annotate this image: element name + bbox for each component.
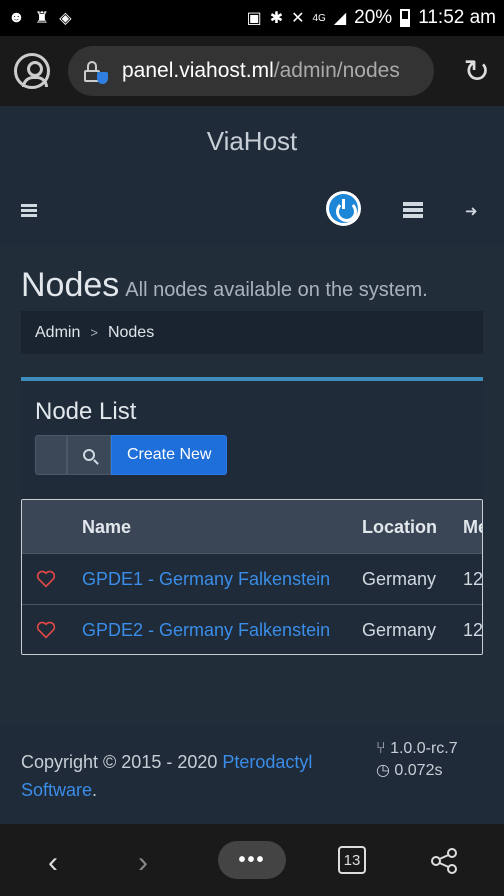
reload-icon[interactable]: ↻ (463, 52, 490, 90)
node-name-link[interactable]: GPDE2 - Germany Falkenstein (82, 620, 330, 641)
copyright: Copyright © 2015 - 2020 Pterodactyl Soft… (21, 748, 351, 804)
table-header: Name Location Memory (22, 500, 482, 553)
lock-icon[interactable] (84, 60, 108, 84)
column-location[interactable]: Location (362, 517, 437, 538)
node-location: Germany (362, 620, 437, 640)
footer: Copyright © 2015 - 2020 Pterodactyl Soft… (0, 724, 504, 824)
page-header: Nodes All nodes available on the system. (21, 266, 491, 305)
brand-logo[interactable]: ViaHost (207, 126, 298, 157)
node-name-link[interactable]: GPDE1 - Germany Falkenstein (82, 569, 330, 590)
wifi-icon: ◈ (59, 10, 72, 27)
browser-menu-button[interactable]: ••• (218, 841, 286, 879)
breadcrumb-admin[interactable]: Admin (35, 324, 80, 342)
breadcrumb-nodes: Nodes (107, 323, 155, 341)
search-input[interactable] (35, 435, 67, 475)
column-memory[interactable]: Memory (463, 517, 482, 538)
sign-out-icon[interactable]: ➜ (465, 202, 478, 220)
bluetooth-icon: ✱ (269, 10, 284, 27)
search-group: Create New (35, 435, 228, 475)
person-icon: ♜ (34, 10, 50, 27)
share-icon[interactable] (430, 848, 458, 874)
page-title: Nodes (21, 266, 120, 304)
version-number: 1.0.0-rc.7 (390, 740, 458, 757)
status-bar: ☻ ♜ ◈ ▣ ✱ ✕ 4G ◢ 20% 11:52 am (0, 0, 504, 36)
tabs-button[interactable]: 13 (338, 846, 366, 874)
create-new-button[interactable]: Create New (111, 435, 228, 475)
node-list-panel: Node List Create New Name Location Memor… (21, 377, 483, 655)
top-navbar (0, 176, 504, 246)
heart-icon (36, 570, 56, 588)
url-host: panel.viahost.ml (122, 59, 274, 82)
account-icon[interactable] (14, 53, 50, 89)
search-button[interactable] (67, 435, 111, 475)
node-table: Name Location Memory GPDE1 - Germany Fal… (21, 499, 483, 655)
copyright-suffix: . (92, 780, 98, 800)
battery-percent: 20% (354, 7, 393, 28)
breadcrumb-separator: > (90, 325, 98, 340)
server-icon[interactable] (403, 202, 423, 218)
page-subtitle: All nodes available on the system. (125, 279, 428, 301)
back-icon[interactable]: ‹ (48, 846, 58, 880)
forward-icon[interactable]: › (138, 846, 148, 880)
column-name[interactable]: Name (82, 517, 131, 538)
node-location: Germany (362, 569, 437, 589)
smiley-icon: ☻ (8, 9, 25, 26)
search-icon (83, 449, 95, 461)
version-info: ⑂ 1.0.0-rc.7 ◷ 0.072s (376, 738, 458, 782)
node-memory: 12 (463, 620, 483, 640)
browser-bottom-bar: ‹ › ••• 13 (0, 824, 504, 896)
url-path: /admin/nodes (273, 59, 400, 82)
copyright-prefix: Copyright © 2015 - 2020 (21, 752, 223, 772)
node-memory: 12 (463, 569, 483, 589)
signal-icon: ◢ (333, 10, 347, 27)
battery-icon (400, 9, 411, 27)
table-row[interactable]: GPDE1 - Germany Falkenstein Germany 12 (22, 553, 482, 604)
browser-toolbar: panel.viahost.ml/admin/nodes ↻ (0, 36, 504, 106)
address-bar[interactable]: panel.viahost.ml/admin/nodes (68, 46, 434, 96)
branch-icon: ⑂ (376, 740, 386, 757)
clock: 11:52 am (418, 7, 496, 28)
power-icon[interactable] (326, 191, 361, 226)
network-4g-icon: 4G (312, 12, 326, 24)
clock-icon: ◷ (376, 762, 390, 779)
heart-icon (36, 621, 56, 639)
menu-toggle-icon[interactable] (21, 204, 37, 217)
breadcrumb: Admin > Nodes (21, 311, 483, 354)
panel-title: Node List (35, 398, 137, 425)
brand-bar: ViaHost (0, 106, 504, 176)
render-time: 0.072s (394, 762, 443, 779)
sim-icon: ▣ (246, 10, 262, 27)
table-row[interactable]: GPDE2 - Germany Falkenstein Germany 12 (22, 604, 483, 654)
mute-icon: ✕ (291, 10, 305, 27)
